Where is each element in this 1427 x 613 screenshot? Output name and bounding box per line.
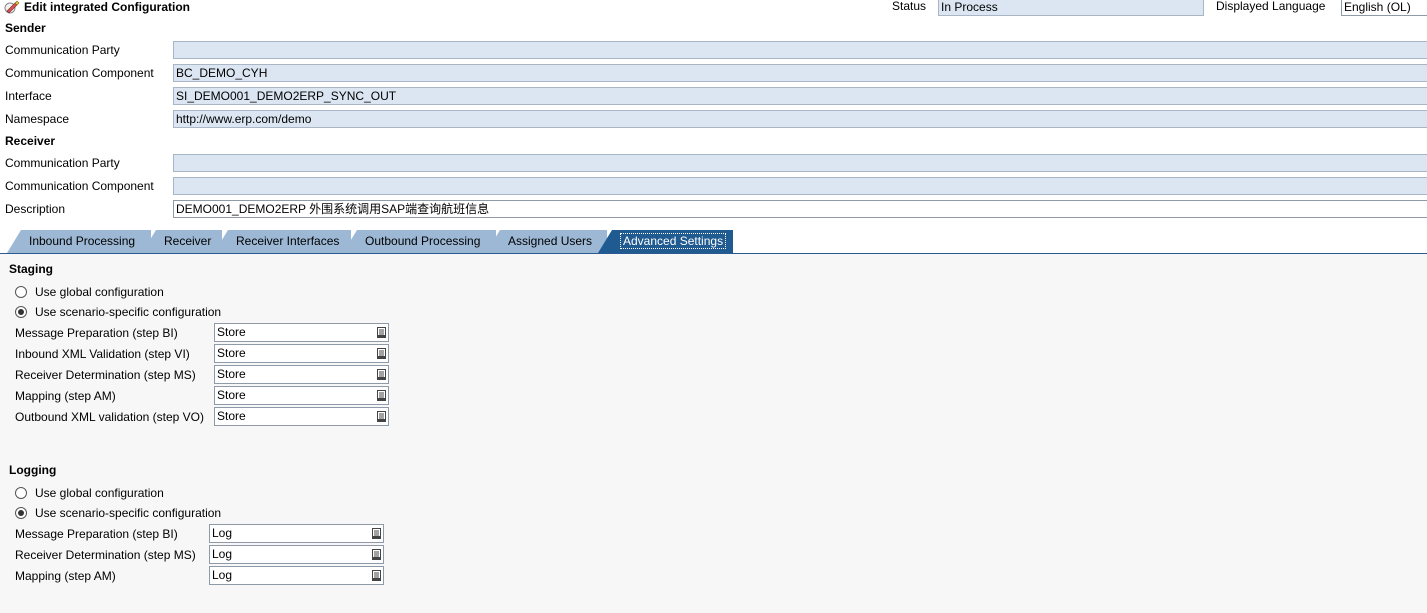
tab-inbound-processing[interactable]: Inbound Processing [7, 230, 151, 253]
tab-label: Inbound Processing [29, 234, 136, 248]
sender-namespace-label: Namespace [5, 112, 70, 126]
logging-row-label: Message Preparation (step BI) [15, 527, 178, 541]
status-field[interactable]: In Process [938, 0, 1204, 16]
radio-label: Use scenario-specific configuration [35, 305, 222, 319]
logging-message-preparation-select[interactable]: Log [209, 524, 384, 543]
staging-row-label: Outbound XML validation (step VO) [15, 410, 204, 424]
displayed-language-value: English (OL) [1344, 0, 1411, 14]
staging-message-preparation-select[interactable]: Store [214, 323, 389, 342]
staging-inbound-xml-validation-select[interactable]: Store [214, 344, 389, 363]
radio-label: Use scenario-specific configuration [35, 506, 222, 520]
dropdown-list-icon[interactable] [377, 411, 386, 422]
select-value: Store [217, 367, 246, 381]
staging-row-label: Inbound XML Validation (step VI) [15, 347, 190, 361]
dropdown-list-icon[interactable] [372, 528, 381, 539]
tab-label: Assigned Users [508, 234, 593, 248]
tab-strip: Inbound Processing Receiver Receiver Int… [0, 230, 1427, 254]
tab-receiver-interfaces[interactable]: Receiver Interfaces [214, 230, 351, 253]
staging-receiver-determination-select[interactable]: Store [214, 365, 389, 384]
staging-heading: Staging [9, 262, 53, 276]
dropdown-list-icon[interactable] [372, 549, 381, 560]
staging-outbound-xml-validation-select[interactable]: Store [214, 407, 389, 426]
status-label: Status [892, 0, 927, 13]
displayed-language-label: Displayed Language [1216, 0, 1326, 13]
radio-button[interactable] [15, 487, 27, 499]
receiver-party-label: Communication Party [5, 156, 120, 170]
staging-row-label: Mapping (step AM) [15, 389, 116, 403]
radio-button[interactable] [15, 286, 27, 298]
tab-label: Receiver [164, 234, 212, 248]
tab-label: Receiver Interfaces [236, 234, 340, 248]
tab-receiver[interactable]: Receiver [142, 230, 222, 253]
description-field[interactable]: DEMO001_DEMO2ERP 外围系统调用SAP端查询航班信息 [173, 200, 1427, 218]
logging-mapping-select[interactable]: Log [209, 566, 384, 585]
dropdown-list-icon[interactable] [377, 369, 386, 380]
select-value: Store [217, 409, 246, 423]
radio-button[interactable] [15, 306, 27, 318]
window-title-bar: Edit integrated Configuration [0, 0, 190, 14]
receiver-component-field[interactable] [173, 177, 1427, 195]
select-value: Store [217, 325, 246, 339]
logging-receiver-determination-select[interactable]: Log [209, 545, 384, 564]
logging-row-label: Receiver Determination (step MS) [15, 548, 196, 562]
dropdown-list-icon[interactable] [377, 348, 386, 359]
description-label: Description [5, 202, 66, 216]
dropdown-list-icon[interactable] [372, 570, 381, 581]
dropdown-list-icon[interactable] [377, 327, 386, 338]
sender-party-label: Communication Party [5, 43, 120, 57]
tab-advanced-settings[interactable]: Advanced Settings [598, 230, 733, 253]
sender-component-label: Communication Component [5, 66, 154, 80]
sender-component-field[interactable]: BC_DEMO_CYH [173, 64, 1427, 82]
staging-row-label: Receiver Determination (step MS) [15, 368, 196, 382]
logging-row-label: Mapping (step AM) [15, 569, 116, 583]
tab-assigned-users[interactable]: Assigned Users [486, 230, 607, 253]
sender-party-field[interactable] [173, 41, 1427, 59]
receiver-heading: Receiver [5, 134, 56, 148]
select-value: Log [212, 568, 233, 582]
staging-radio-specific[interactable]: Use scenario-specific configuration [15, 305, 221, 319]
logging-radio-global[interactable]: Use global configuration [15, 486, 164, 500]
sender-heading: Sender [5, 21, 46, 35]
edit-pencil-icon [4, 0, 20, 14]
receiver-component-label: Communication Component [5, 179, 154, 193]
select-value: Store [217, 388, 246, 402]
radio-label: Use global configuration [35, 486, 164, 500]
tab-outbound-processing[interactable]: Outbound Processing [343, 230, 496, 253]
logging-radio-specific[interactable]: Use scenario-specific configuration [15, 506, 221, 520]
page-title: Edit integrated Configuration [24, 0, 190, 14]
dropdown-list-icon[interactable] [377, 390, 386, 401]
select-value: Log [212, 526, 233, 540]
sender-namespace-field[interactable]: http://www.erp.com/demo [173, 110, 1427, 128]
tab-label: Outbound Processing [365, 234, 481, 248]
displayed-language-select[interactable]: English (OL) [1341, 0, 1427, 16]
tab-label: Advanced Settings [620, 233, 727, 249]
radio-button[interactable] [15, 507, 27, 519]
staging-mapping-select[interactable]: Store [214, 386, 389, 405]
staging-radio-global[interactable]: Use global configuration [15, 285, 164, 299]
logging-heading: Logging [9, 463, 57, 477]
staging-row-label: Message Preparation (step BI) [15, 326, 178, 340]
radio-label: Use global configuration [35, 285, 164, 299]
select-value: Log [212, 547, 233, 561]
receiver-party-field[interactable] [173, 154, 1427, 172]
advanced-settings-panel: Staging Use global configuration Use sce… [0, 254, 1427, 613]
sender-interface-field[interactable]: SI_DEMO001_DEMO2ERP_SYNC_OUT [173, 87, 1427, 105]
sender-interface-label: Interface [5, 89, 52, 103]
select-value: Store [217, 346, 246, 360]
